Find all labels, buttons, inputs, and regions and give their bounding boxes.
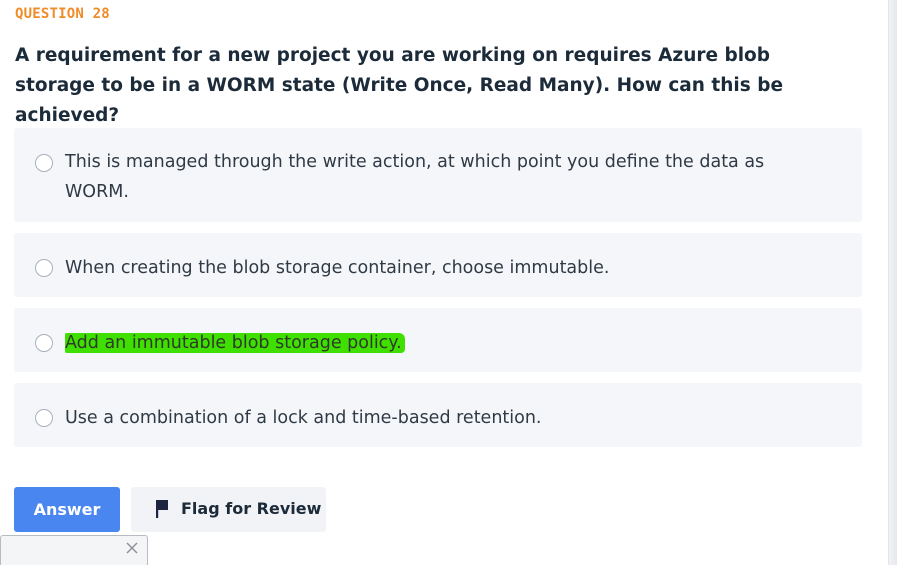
radio-button-3[interactable] (35, 334, 53, 352)
option-4[interactable]: Use a combination of a lock and time-bas… (14, 383, 862, 447)
question-page: QUESTION 28 A requirement for a new proj… (0, 0, 897, 565)
option-2-label: When creating the blob storage container… (65, 258, 610, 278)
answer-options: This is managed through the write action… (14, 128, 862, 458)
option-4-label: Use a combination of a lock and time-bas… (65, 408, 542, 428)
flag-for-review-label: Flag for Review (181, 499, 322, 518)
question-text: A requirement for a new project you are … (15, 45, 784, 126)
option-1-label: This is managed through the write action… (65, 152, 765, 202)
window-edge (888, 0, 897, 565)
radio-button-1[interactable] (35, 154, 53, 172)
radio-button-2[interactable] (35, 259, 53, 277)
question-number: QUESTION 28 (15, 6, 110, 22)
answer-button[interactable]: Answer (14, 487, 120, 532)
radio-button-4[interactable] (35, 409, 53, 427)
option-2[interactable]: When creating the blob storage container… (14, 233, 862, 297)
highlighted-text: Add an immutable blob storage policy. (65, 333, 405, 353)
option-3-label: Add an immutable blob storage policy. (65, 328, 805, 358)
option-3[interactable]: Add an immutable blob storage policy. (14, 308, 862, 372)
flag-for-review-button[interactable]: Flag for Review (131, 487, 326, 532)
close-icon[interactable] (125, 541, 139, 555)
option-1[interactable]: This is managed through the write action… (14, 128, 862, 222)
popup-panel (0, 535, 148, 565)
flag-icon (156, 500, 168, 518)
